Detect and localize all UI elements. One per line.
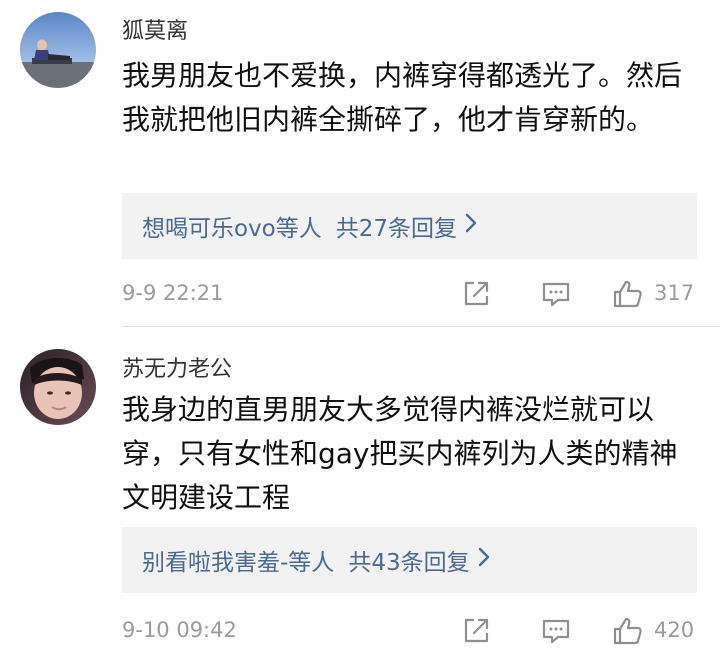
comment-icon[interactable] [540,615,572,647]
chevron-right-icon [465,213,477,239]
replies-summary[interactable]: 想喝可乐ovo等人 共27条回复 [122,193,697,259]
username[interactable]: 狐莫离 [122,13,188,45]
like-count: 420 [654,618,695,642]
avatar-image [20,12,96,88]
username[interactable]: 苏无力老公 [122,351,232,383]
comment-item: 狐莫离 我男朋友也不爱换，内裤穿得都透光了。然后我就把他旧内裤全撕碎了，他才肯穿… [0,0,720,327]
reply-users: 别看啦我害羞-等人 [142,550,335,576]
reply-count: 共43条回复 [348,550,470,576]
comment-text: 我身边的直男朋友大多觉得内裤没烂就可以穿，只有女性和gay把买内裤列为人类的精神… [122,393,678,514]
share-icon[interactable] [460,278,492,310]
comment-item: 苏无力老公 我身边的直男朋友大多觉得内裤没烂就可以穿，只有女性和gay把买内裤列… [0,327,720,659]
replies-summary[interactable]: 别看啦我害羞-等人 共43条回复 [122,527,697,593]
comment-meta: 9-9 22:21 317 [122,274,700,314]
like-count: 317 [654,281,695,305]
comment-meta: 9-10 09:42 420 [122,611,700,651]
thumbs-up-icon[interactable] [612,615,644,647]
comment-list: 狐莫离 我男朋友也不爱换，内裤穿得都透光了。然后我就把他旧内裤全撕碎了，他才肯穿… [0,0,720,659]
comment-icon[interactable] [540,278,572,310]
timestamp: 9-10 09:42 [122,618,237,642]
avatar[interactable] [20,349,96,425]
chevron-right-icon [478,547,490,573]
reply-users: 想喝可乐ovo等人 [142,216,322,242]
thumbs-up-icon[interactable] [612,278,644,310]
share-icon[interactable] [460,615,492,647]
avatar-image [20,349,96,425]
avatar[interactable] [20,12,96,88]
timestamp: 9-9 22:21 [122,281,224,305]
comment-text: 我男朋友也不爱换，内裤穿得都透光了。然后我就把他旧内裤全撕碎了，他才肯穿新的。 [122,59,683,136]
reply-count: 共27条回复 [335,216,458,242]
